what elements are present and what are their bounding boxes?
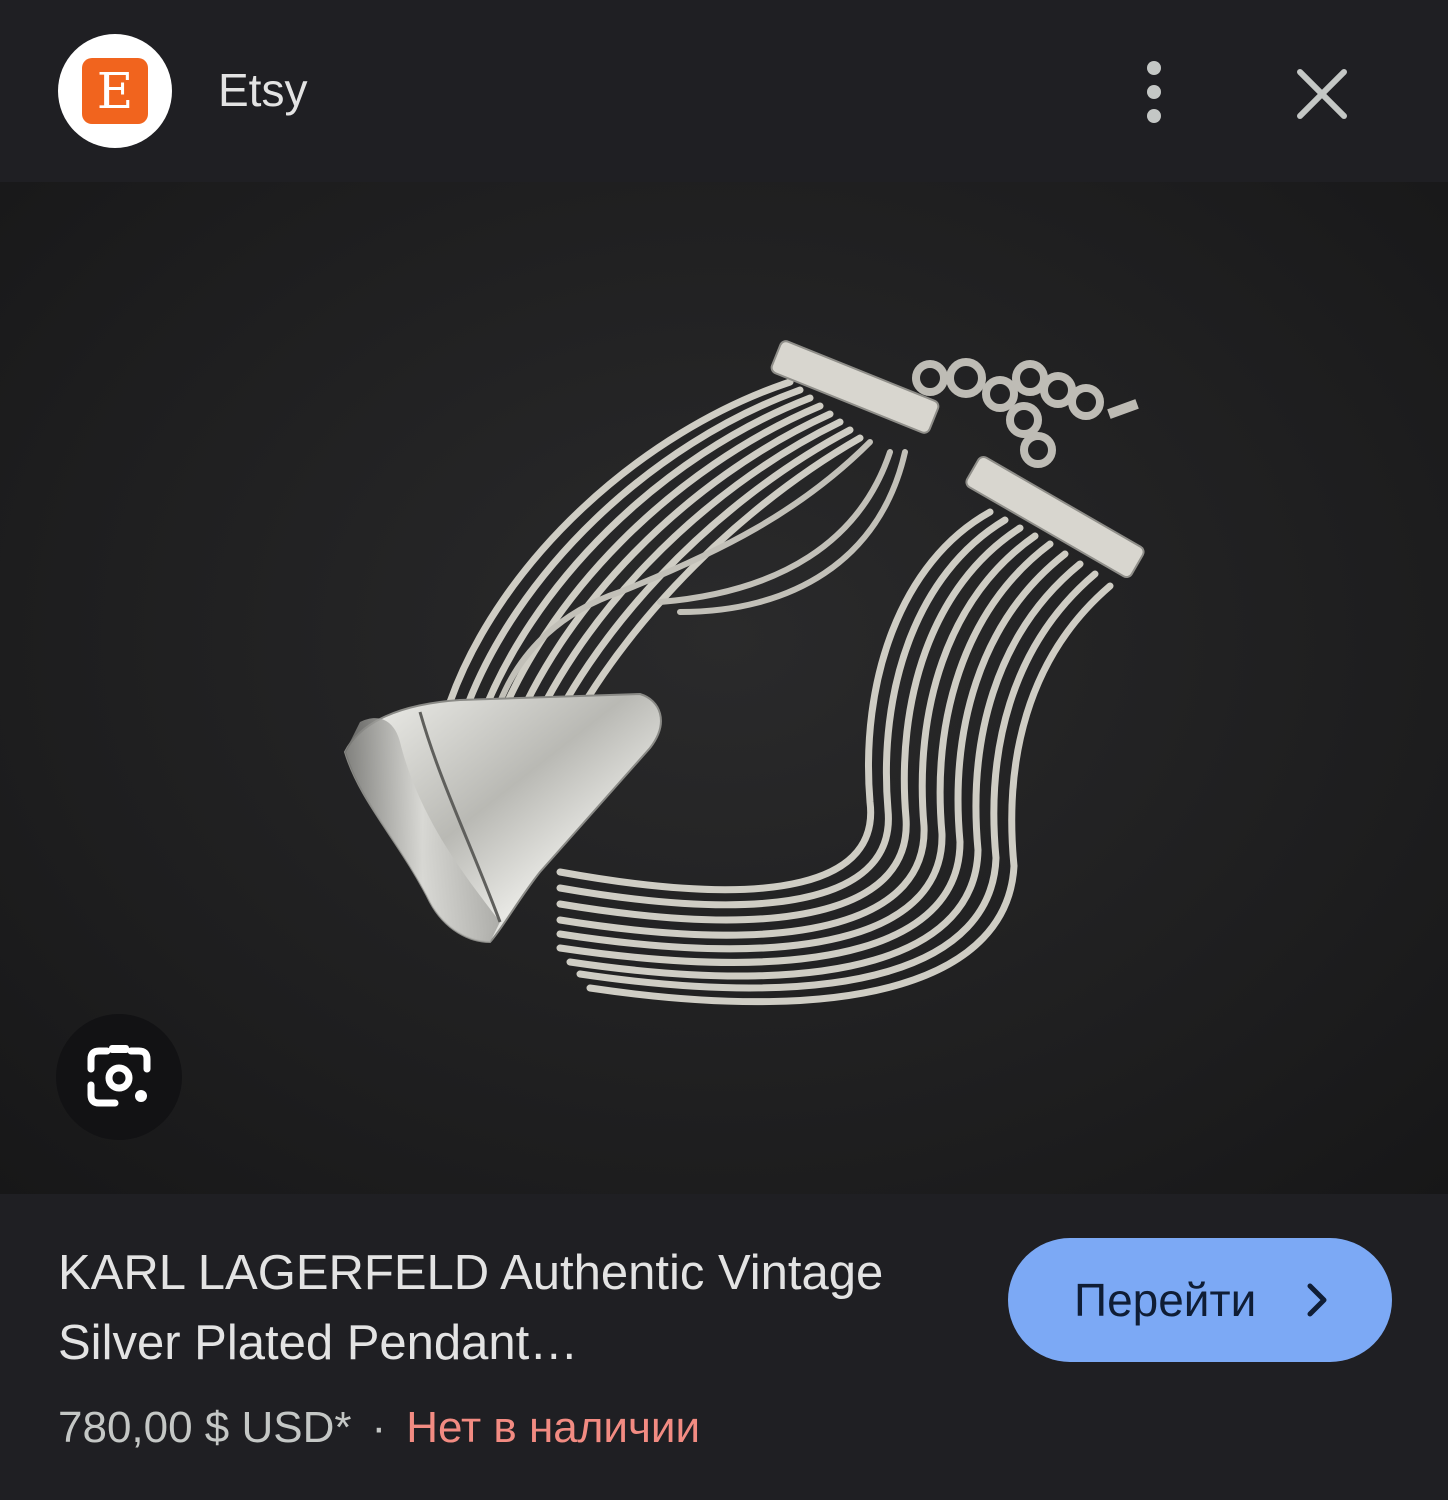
close-button[interactable] bbox=[1286, 58, 1358, 130]
etsy-logo-letter: E bbox=[82, 58, 148, 124]
more-options-button[interactable] bbox=[1124, 54, 1184, 130]
product-title[interactable]: KARL LAGERFELD Authentic Vintage Silver … bbox=[58, 1238, 918, 1378]
google-lens-icon bbox=[87, 1045, 151, 1107]
etsy-logo[interactable]: E bbox=[58, 34, 172, 148]
close-icon bbox=[1297, 69, 1347, 119]
product-meta: 780,00 $ USD* · Нет в наличии bbox=[58, 1400, 700, 1456]
more-vert-icon bbox=[1147, 61, 1161, 123]
meta-separator: · bbox=[371, 1403, 387, 1452]
google-lens-button[interactable] bbox=[56, 1014, 182, 1140]
site-name[interactable]: Etsy bbox=[218, 62, 307, 118]
product-price: 780,00 $ USD* bbox=[58, 1403, 352, 1452]
necklace-photo bbox=[343, 340, 1145, 1006]
product-info: KARL LAGERFELD Authentic Vintage Silver … bbox=[0, 1194, 1448, 1500]
availability-status: Нет в наличии bbox=[406, 1403, 701, 1452]
source-header: E Etsy bbox=[0, 0, 1448, 182]
product-image-area[interactable] bbox=[0, 182, 1448, 1194]
chevron-right-icon bbox=[1307, 1283, 1327, 1317]
image-preview-panel: E Etsy KARL LAGERFELD Authentic Vintage … bbox=[0, 0, 1448, 1500]
go-button-label: Перейти bbox=[1074, 1274, 1257, 1326]
go-to-site-button[interactable]: Перейти bbox=[1008, 1238, 1392, 1362]
